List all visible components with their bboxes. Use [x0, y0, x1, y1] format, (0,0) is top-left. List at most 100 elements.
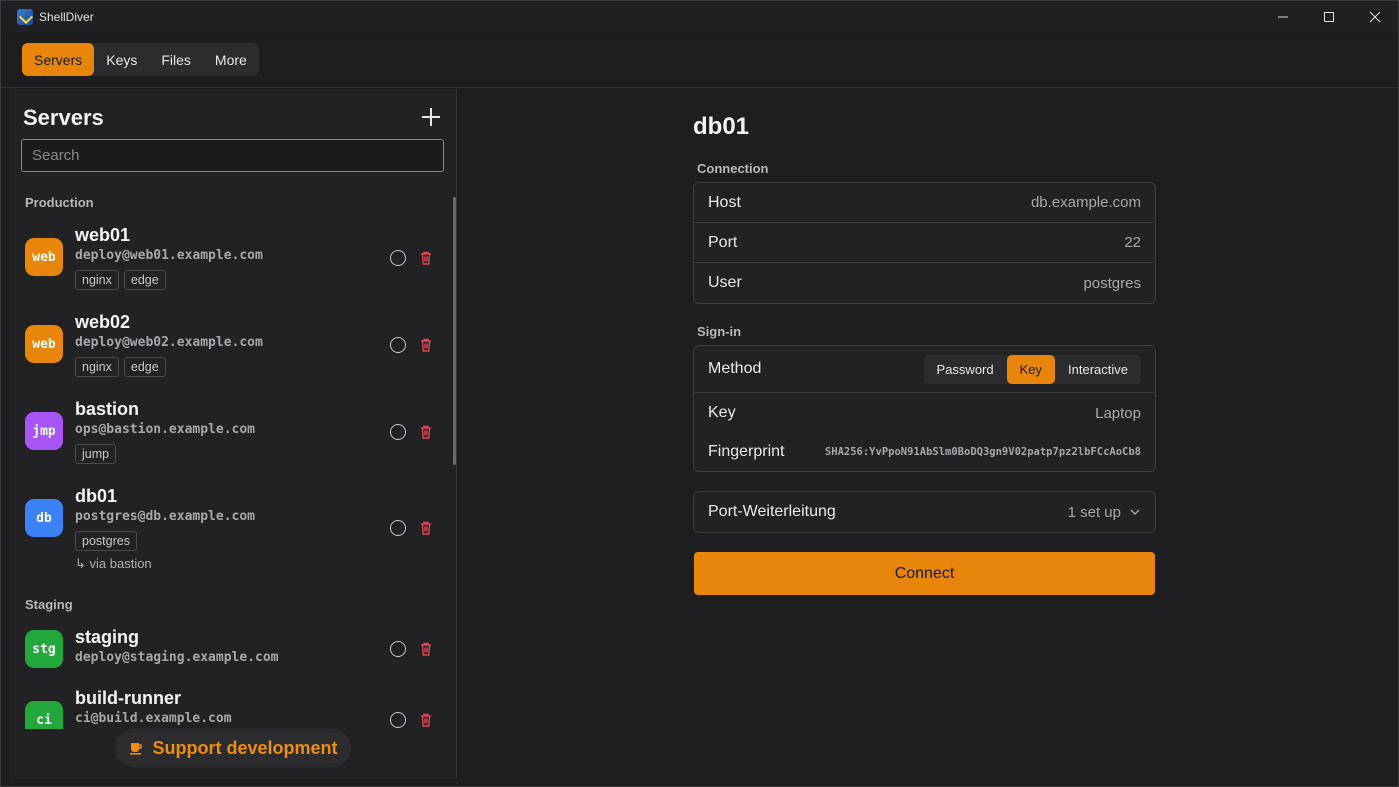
method-key-option[interactable]: Key — [1006, 354, 1056, 384]
user-value: postgres — [1083, 274, 1141, 292]
trash-icon — [421, 425, 431, 439]
search-input[interactable] — [21, 139, 444, 172]
window-controls — [1260, 1, 1398, 33]
app-window: ShellDiver Servers Keys Files More Serve… — [0, 0, 1399, 787]
status-circle-icon[interactable] — [390, 520, 406, 536]
key-label: Key — [708, 404, 736, 421]
fingerprint-value: SHA256:YvPpoN91AbSlm0BoDQ3gn9V02patp7pz2… — [824, 446, 1141, 458]
host-row[interactable]: Host db.example.com — [694, 183, 1155, 223]
host-value: db.example.com — [1030, 194, 1141, 211]
delete-server-button[interactable] — [418, 712, 434, 728]
server-detail-title: db01 — [693, 113, 750, 140]
trash-icon — [421, 251, 431, 265]
method-password-option[interactable]: Password — [924, 355, 1007, 384]
tab-files[interactable]: Files — [149, 43, 203, 76]
status-circle-icon[interactable] — [390, 424, 406, 440]
main-nav: Servers Keys Files More — [1, 33, 1398, 88]
server-avatar: web — [25, 325, 63, 363]
delete-server-button[interactable] — [418, 250, 434, 266]
status-circle-icon[interactable] — [390, 337, 406, 353]
server-address: deploy@staging.example.com — [75, 650, 279, 665]
delete-server-button[interactable] — [418, 424, 434, 440]
trash-icon — [421, 521, 431, 535]
trash-icon — [421, 338, 431, 352]
server-address: ci@build.example.com — [75, 711, 232, 726]
title-bar: ShellDiver — [1, 1, 1398, 33]
key-row[interactable]: Key Laptop — [694, 393, 1155, 433]
tag: edge — [123, 270, 166, 290]
tag: nginx — [75, 357, 119, 377]
delete-server-button[interactable] — [418, 520, 434, 536]
app-logo-icon — [17, 9, 33, 25]
server-avatar: db — [25, 499, 63, 537]
status-circle-icon[interactable] — [390, 250, 406, 266]
app-title: ShellDiver — [39, 10, 94, 24]
port-forwarding-row[interactable]: Port-Weiterleitung 1 set up — [694, 492, 1155, 532]
server-tags: postgres — [75, 531, 137, 551]
status-circle-icon[interactable] — [390, 641, 406, 657]
port-row[interactable]: Port 22 — [694, 223, 1155, 263]
servers-sidebar: Servers Production web web01 deploy@web0… — [9, 89, 457, 779]
server-tags: nginx edge — [75, 270, 166, 290]
port-forwarding-value: 1 set up — [1067, 503, 1121, 521]
server-address: ops@bastion.example.com — [75, 422, 256, 437]
delete-server-button[interactable] — [418, 337, 434, 353]
close-window-button[interactable] — [1352, 1, 1398, 33]
server-address: deploy@web01.example.com — [75, 248, 263, 263]
server-list[interactable]: Production web web01 deploy@web01.exampl… — [9, 189, 449, 729]
method-selector: Password Key Interactive — [923, 354, 1141, 384]
maximize-button[interactable] — [1306, 1, 1352, 33]
server-avatar: jmp — [25, 412, 63, 450]
server-name: bastion — [75, 399, 140, 419]
port-forwarding-label: Port-Weiterleitung — [708, 503, 836, 520]
tag: jump — [75, 444, 117, 464]
jump-host-via: ↳ via bastion — [75, 556, 152, 572]
server-name: build-runner — [75, 688, 181, 708]
signin-card: Method Password Key Interactive Key Lapt… — [693, 345, 1156, 472]
tab-more[interactable]: More — [203, 43, 259, 76]
group-label-staging: Staging — [25, 597, 73, 612]
nav-tabs: Servers Keys Files More — [22, 43, 259, 76]
server-avatar: stg — [25, 630, 63, 668]
tag: edge — [123, 357, 166, 377]
connect-button[interactable]: Connect — [694, 552, 1155, 595]
fingerprint-label: Fingerprint — [708, 443, 785, 460]
port-forwarding-card[interactable]: Port-Weiterleitung 1 set up — [693, 491, 1156, 533]
tab-keys[interactable]: Keys — [94, 43, 149, 76]
server-name: web02 — [75, 312, 131, 332]
user-label: User — [708, 274, 742, 291]
arrow-branch-icon: ↳ — [75, 556, 90, 571]
server-tags: nginx edge — [75, 357, 166, 377]
port-forwarding-summary: 1 set up — [1068, 504, 1141, 521]
via-label: via bastion — [89, 556, 152, 571]
connection-section-label: Connection — [697, 161, 769, 176]
minimize-button[interactable] — [1260, 1, 1306, 33]
user-row[interactable]: User postgres — [694, 263, 1155, 303]
host-label: Host — [708, 193, 741, 211]
port-value: 22 — [1124, 234, 1141, 251]
fingerprint-row: Fingerprint SHA256:YvPpoN91AbSlm0BoDQ3gn… — [694, 433, 1155, 471]
support-development-button[interactable]: Support development — [115, 729, 351, 767]
support-label: Support development — [152, 737, 338, 758]
server-name: web01 — [75, 225, 131, 245]
tag: postgres — [75, 531, 137, 551]
add-server-button[interactable] — [419, 105, 443, 129]
coffee-icon — [130, 743, 143, 755]
key-value: Laptop — [1095, 404, 1141, 422]
server-address: postgres@db.example.com — [75, 509, 256, 524]
server-name: db01 — [75, 486, 118, 506]
tag: nginx — [75, 270, 119, 290]
trash-icon — [421, 713, 431, 727]
delete-server-button[interactable] — [418, 641, 434, 657]
signin-section-label: Sign-in — [697, 324, 742, 339]
method-interactive-option[interactable]: Interactive — [1055, 355, 1141, 384]
server-detail-panel: db01 Connection Host db.example.com Port… — [458, 89, 1398, 779]
connection-card: Host db.example.com Port 22 User postgre… — [693, 182, 1156, 304]
tab-servers[interactable]: Servers — [22, 43, 95, 76]
port-label: Port — [708, 233, 738, 251]
status-circle-icon[interactable] — [390, 712, 406, 728]
close-icon — [1369, 11, 1381, 23]
method-row: Method Password Key Interactive — [694, 346, 1155, 393]
sidebar-scrollbar[interactable] — [453, 197, 456, 465]
server-avatar: web — [25, 238, 63, 276]
